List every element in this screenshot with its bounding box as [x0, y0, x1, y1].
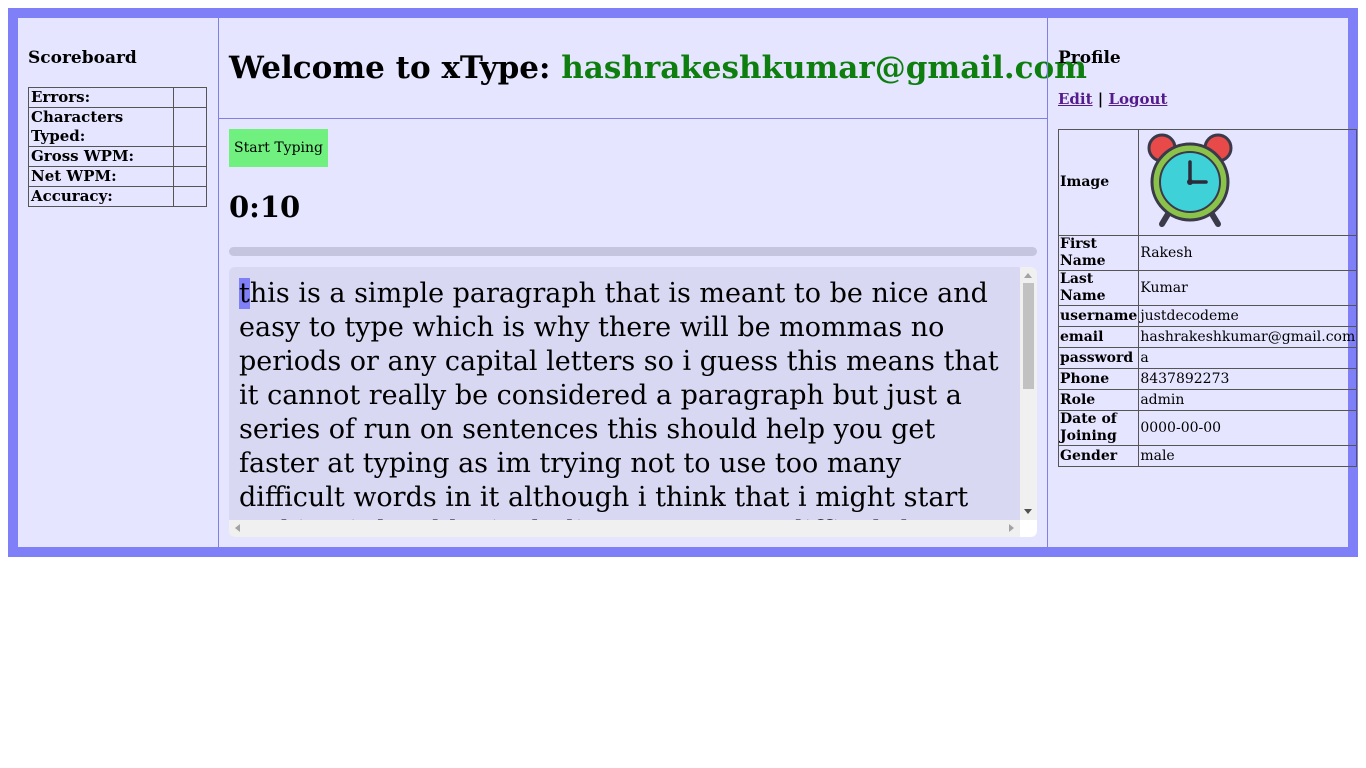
typing-text-body: his is a simple paragraph that is meant …: [239, 278, 999, 537]
profile-label: Date of Joining: [1057, 410, 1140, 446]
scoreboard-row: Net WPM:: [28, 166, 207, 187]
scoreboard-label: Errors:: [28, 87, 174, 108]
profile-label: username: [1057, 305, 1140, 327]
scroll-right-icon[interactable]: [1009, 524, 1014, 532]
scoreboard-row: Gross WPM:: [28, 146, 207, 167]
profile-label: Phone: [1057, 368, 1140, 390]
user-email: hashrakeshkumar@gmail.com: [561, 50, 1087, 86]
start-typing-button[interactable]: Start Typing: [229, 129, 328, 167]
profile-row: email hashrakeshkumar@gmail.com: [1057, 326, 1358, 348]
scrollbar-corner: [1020, 520, 1037, 537]
typing-panel: Welcome to xType: hashrakeshkumar@gmail.…: [219, 18, 1087, 547]
profile-value: justdecodeme: [1138, 305, 1358, 327]
profile-row: Image: [1057, 129, 1358, 236]
app-frame: Scoreboard Errors: Characters Typed: Gro…: [8, 8, 1358, 557]
scoreboard-label: Gross WPM:: [28, 146, 174, 167]
scoreboard-label: Net WPM:: [28, 166, 174, 187]
profile-value: a: [1138, 347, 1358, 369]
profile-links: Edit | Logout: [1058, 90, 1167, 108]
scoreboard-value: [173, 166, 207, 187]
profile-label: Role: [1057, 389, 1140, 411]
profile-panel: Profile Edit | Logout Image First Name R…: [1047, 18, 1358, 547]
typing-text: this is a simple paragraph that is meant…: [239, 277, 1009, 537]
scoreboard-label: Accuracy:: [28, 186, 174, 207]
profile-title: Profile: [1058, 48, 1121, 68]
profile-value: Rakesh: [1138, 235, 1358, 271]
profile-value: hashrakeshkumar@gmail.com: [1138, 326, 1358, 348]
scoreboard-value: [173, 146, 207, 167]
profile-label: Image: [1057, 129, 1140, 236]
scoreboard-title: Scoreboard: [28, 48, 137, 68]
profile-row: Last Name Kumar: [1057, 270, 1358, 306]
profile-label: Last Name: [1057, 270, 1140, 306]
profile-row: username justdecodeme: [1057, 305, 1358, 327]
profile-label: Gender: [1057, 445, 1140, 467]
profile-image: [1138, 129, 1358, 236]
scoreboard-panel: Scoreboard Errors: Characters Typed: Gro…: [18, 18, 219, 547]
scoreboard-row: Characters Typed:: [28, 107, 207, 147]
scoreboard-value: [173, 87, 207, 108]
scoreboard-row: Errors:: [28, 87, 207, 108]
scoreboard-value: [173, 186, 207, 207]
profile-label: password: [1057, 347, 1140, 369]
profile-label: email: [1057, 326, 1140, 348]
profile-row: First Name Rakesh: [1057, 235, 1358, 271]
profile-value: male: [1138, 445, 1358, 467]
alarm-clock-icon: [1147, 133, 1233, 227]
profile-row: password a: [1057, 347, 1358, 369]
page-title: Welcome to xType: hashrakeshkumar@gmail.…: [229, 50, 1087, 86]
typing-cursor: t: [239, 278, 250, 309]
welcome-text: Welcome to xType:: [229, 50, 551, 86]
app-panel: Scoreboard Errors: Characters Typed: Gro…: [18, 18, 1358, 547]
scoreboard-label: Characters Typed:: [28, 107, 174, 147]
edit-link[interactable]: Edit: [1058, 90, 1093, 108]
horizontal-scrollbar[interactable]: [229, 520, 1020, 537]
typing-text-area[interactable]: this is a simple paragraph that is meant…: [229, 267, 1037, 537]
scroll-down-icon[interactable]: [1024, 509, 1032, 514]
scroll-up-icon[interactable]: [1024, 273, 1032, 278]
scoreboard-row: Accuracy:: [28, 186, 207, 207]
profile-row: Role admin: [1057, 389, 1358, 411]
profile-label: First Name: [1057, 235, 1140, 271]
profile-table: Image First Name Rakesh Last Name Kumar …: [1057, 129, 1358, 467]
profile-row: Gender male: [1057, 445, 1358, 467]
welcome-header: Welcome to xType: hashrakeshkumar@gmail.…: [219, 18, 1087, 119]
link-separator: |: [1097, 90, 1104, 108]
profile-value: 0000-00-00: [1138, 410, 1358, 446]
scoreboard-value: [173, 107, 207, 147]
scrollbar-thumb[interactable]: [1023, 283, 1034, 389]
vertical-scrollbar[interactable]: [1020, 267, 1037, 520]
profile-row: Date of Joining 0000-00-00: [1057, 410, 1358, 446]
profile-value: admin: [1138, 389, 1358, 411]
scroll-left-icon[interactable]: [235, 524, 240, 532]
profile-value: 8437892273: [1138, 368, 1358, 390]
scoreboard-table: Errors: Characters Typed: Gross WPM: Net…: [28, 87, 207, 207]
countdown-timer: 0:10: [229, 190, 301, 224]
logout-link[interactable]: Logout: [1109, 90, 1168, 108]
profile-row: Phone 8437892273: [1057, 368, 1358, 390]
profile-value: Kumar: [1138, 270, 1358, 306]
progress-bar: [229, 247, 1037, 256]
